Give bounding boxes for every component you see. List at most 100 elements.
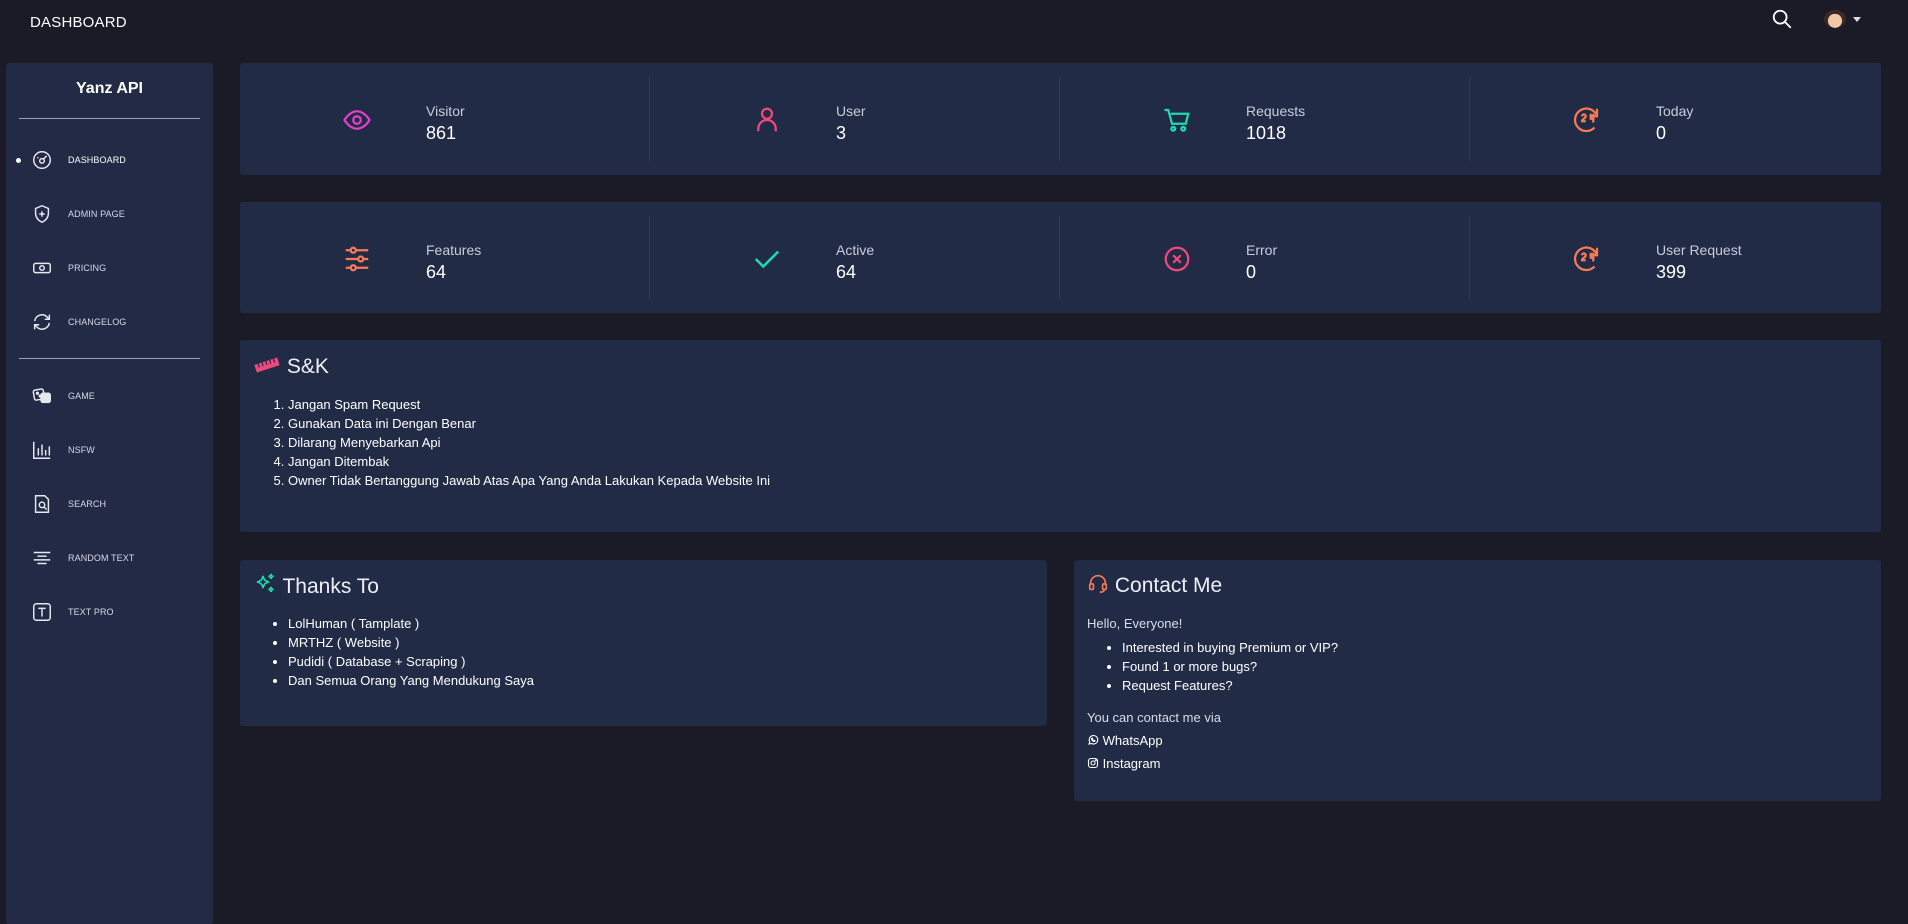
- list-item: LolHuman ( Tamplate ): [288, 614, 534, 633]
- stat-label: Visitor: [426, 103, 465, 119]
- stat-value: 1018: [1246, 123, 1287, 143]
- sidebar-item-label: NSFW: [68, 445, 95, 455]
- stat-requests: Requests 1018: [1060, 77, 1470, 161]
- dashboard-icon: [33, 151, 51, 169]
- check-icon: [754, 250, 780, 269]
- list-item: Jangan Spam Request: [288, 395, 770, 414]
- list-item: Found 1 or more bugs?: [1122, 657, 1338, 676]
- whatsapp-label: WhatsApp: [1102, 733, 1163, 748]
- stat-features: Features 64: [240, 216, 650, 300]
- cash-icon: [33, 262, 51, 274]
- contact-via-text: You can contact me via: [1087, 710, 1221, 725]
- terms-title: S&K: [253, 354, 329, 379]
- stats-card-secondary: Features 64 Active 64 Error 0 User Reque…: [240, 202, 1881, 313]
- active-indicator: [16, 158, 21, 163]
- search-icon[interactable]: [1771, 8, 1793, 30]
- sidebar-item-label: CHANGELOG: [68, 317, 127, 327]
- list-item: Request Features?: [1122, 676, 1338, 695]
- stat-value: 399: [1656, 262, 1687, 282]
- sidebar-item-nsfw[interactable]: NSFW: [6, 435, 213, 465]
- whatsapp-icon: [1088, 735, 1099, 745]
- user-icon: [757, 107, 777, 132]
- search-doc-icon: [34, 495, 50, 513]
- dice-icon: [32, 388, 51, 404]
- instagram-link[interactable]: Instagram: [1087, 756, 1160, 771]
- instagram-icon: [1087, 757, 1099, 769]
- instagram-label: Instagram: [1102, 756, 1161, 771]
- stat-user: User 3: [650, 77, 1060, 161]
- list-item: Pudidi ( Database + Scraping ): [288, 652, 534, 671]
- stat-label: Today: [1656, 103, 1694, 119]
- sidebar-item-label: SEARCH: [68, 499, 107, 509]
- sidebar: Yanz API DASHBOARD ADMIN PAGE PRICING CH…: [6, 63, 213, 924]
- sparkles-icon: [256, 573, 274, 593]
- sidebar-item-text-pro[interactable]: TEXT PRO: [6, 597, 213, 627]
- stat-label: User Request: [1656, 242, 1742, 258]
- chevron-down-icon[interactable]: [1853, 17, 1861, 22]
- clock-24-icon: [1573, 107, 1599, 133]
- thanks-title: Thanks To: [253, 572, 379, 599]
- shield-plus-icon: [34, 204, 50, 224]
- sidebar-item-random-text[interactable]: RANDOM TEXT: [6, 543, 213, 573]
- sidebar-item-game[interactable]: GAME: [6, 381, 213, 411]
- terms-title-text: S&K: [286, 355, 329, 378]
- stat-label: User: [836, 103, 866, 119]
- stat-visitor: Visitor 861: [240, 77, 650, 161]
- page-title: DASHBOARD: [30, 14, 127, 31]
- stat-label: Error: [1246, 242, 1278, 258]
- clock-24-icon: [1573, 246, 1599, 272]
- stat-label: Active: [836, 242, 875, 258]
- sliders-icon: [345, 246, 369, 272]
- sidebar-item-label: DASHBOARD: [68, 155, 126, 165]
- list-item: Dan Semua Orang Yang Mendukung Saya: [288, 671, 534, 690]
- stat-value: 64: [426, 262, 447, 282]
- list-item: Gunakan Data ini Dengan Benar: [288, 414, 770, 433]
- text-box-icon: [33, 603, 51, 621]
- brand-title: Yanz API: [76, 80, 143, 97]
- list-item: Dilarang Menyebarkan Api: [288, 433, 770, 452]
- cart-icon: [1164, 108, 1190, 132]
- sidebar-divider: [19, 118, 200, 119]
- sidebar-item-label: TEXT PRO: [68, 607, 114, 617]
- sidebar-item-label: GAME: [68, 391, 95, 401]
- refresh-icon: [33, 314, 51, 330]
- sidebar-item-changelog[interactable]: CHANGELOG: [6, 307, 213, 337]
- avatar[interactable]: [1824, 10, 1846, 28]
- thanks-title-text: Thanks To: [282, 575, 379, 598]
- terms-list: Jangan Spam Request Gunakan Data ini Den…: [248, 395, 770, 490]
- contact-list: Interested in buying Premium or VIP? Fou…: [1082, 638, 1338, 695]
- sidebar-item-label: ADMIN PAGE: [68, 209, 125, 219]
- ruler-icon: [254, 357, 280, 373]
- thanks-card: Thanks To LolHuman ( Tamplate ) MRTHZ ( …: [240, 560, 1047, 726]
- contact-greeting: Hello, Everyone!: [1087, 616, 1183, 631]
- stat-value: 0: [1656, 123, 1667, 143]
- x-circle-icon: [1164, 246, 1190, 272]
- stat-label: Features: [426, 242, 482, 258]
- whatsapp-link[interactable]: WhatsApp: [1087, 733, 1163, 748]
- stat-error: Error 0: [1060, 216, 1470, 300]
- align-center-icon: [33, 551, 51, 565]
- bar-chart-icon: [33, 441, 51, 459]
- eye-icon: [343, 110, 371, 130]
- sidebar-item-dashboard[interactable]: DASHBOARD: [6, 145, 213, 175]
- sidebar-item-search[interactable]: SEARCH: [6, 489, 213, 519]
- contact-title: Contact Me: [1087, 572, 1222, 598]
- sidebar-item-label: RANDOM TEXT: [68, 553, 135, 563]
- sidebar-item-pricing[interactable]: PRICING: [6, 253, 213, 283]
- top-bar: DASHBOARD: [0, 0, 1908, 48]
- stat-user-request: User Request 399: [1470, 216, 1880, 300]
- contact-card: Contact Me Hello, Everyone! Interested i…: [1074, 560, 1881, 801]
- list-item: Interested in buying Premium or VIP?: [1122, 638, 1338, 657]
- terms-card: S&K Jangan Spam Request Gunakan Data ini…: [240, 340, 1881, 532]
- stat-value: 64: [836, 262, 857, 282]
- sidebar-item-label: PRICING: [68, 263, 107, 273]
- list-item: MRTHZ ( Website ): [288, 633, 534, 652]
- stats-card-primary: Visitor 861 User 3 Requests 1018 Today 0: [240, 63, 1881, 175]
- headset-icon: [1088, 574, 1108, 593]
- stat-value: 0: [1246, 262, 1257, 282]
- list-item: Jangan Ditembak: [288, 452, 770, 471]
- sidebar-item-admin-page[interactable]: ADMIN PAGE: [6, 199, 213, 229]
- stat-value: 3: [836, 123, 847, 143]
- stat-value: 861: [426, 123, 457, 143]
- stat-label: Requests: [1246, 103, 1306, 119]
